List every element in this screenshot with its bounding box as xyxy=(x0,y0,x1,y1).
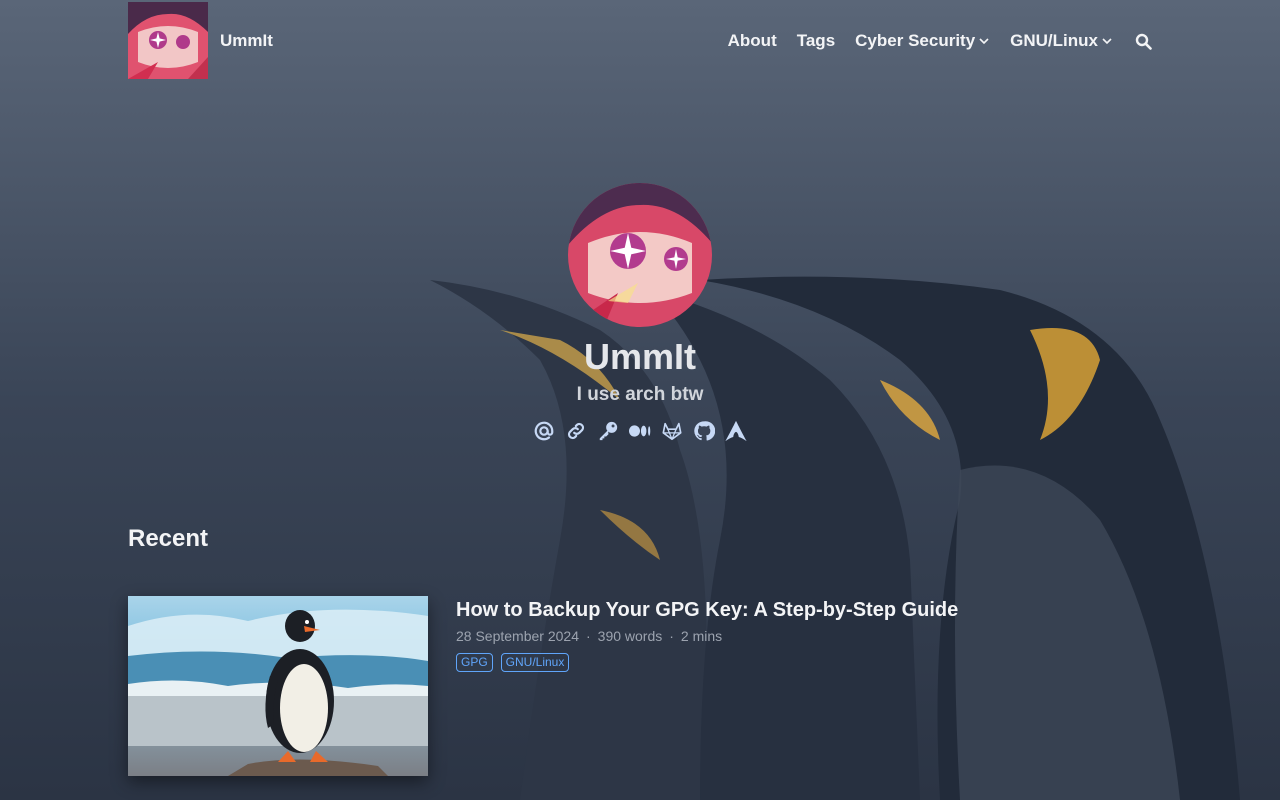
article-thumbnail[interactable] xyxy=(128,596,428,776)
hero-name: UmmIt xyxy=(583,336,696,377)
nav-about[interactable]: About xyxy=(728,31,777,51)
main-nav: About Tags Cyber Security GNU/Linux xyxy=(728,31,1152,51)
article-card: How to Backup Your GPG Key: A Step-by-St… xyxy=(128,596,1152,776)
nav-tags[interactable]: Tags xyxy=(797,31,835,51)
social-links xyxy=(0,419,1280,443)
site-name[interactable]: UmmIt xyxy=(220,31,273,51)
nav-cyber-security-label: Cyber Security xyxy=(855,31,976,50)
article-word-count: 390 words xyxy=(597,628,663,644)
article-date: 28 September 2024 xyxy=(456,628,579,644)
nav-cyber-security[interactable]: Cyber Security xyxy=(855,31,990,51)
tag-gpg[interactable]: GPG xyxy=(456,653,493,672)
article-meta: 28 September 2024 · 390 words · 2 mins xyxy=(456,626,1152,646)
article-title[interactable]: How to Backup Your GPG Key: A Step-by-St… xyxy=(456,596,1152,624)
github-icon[interactable] xyxy=(692,419,716,443)
key-icon[interactable] xyxy=(596,419,620,443)
meta-separator: · xyxy=(669,628,674,644)
link-icon[interactable] xyxy=(564,419,588,443)
medium-icon[interactable] xyxy=(628,419,652,443)
chevron-down-icon xyxy=(1101,35,1113,47)
recent-heading: Recent xyxy=(128,525,209,552)
hero-tagline: I use arch btw xyxy=(576,384,704,405)
gitlab-icon[interactable] xyxy=(660,419,684,443)
article-info: How to Backup Your GPG Key: A Step-by-St… xyxy=(456,596,1152,672)
nav-gnu-linux-label: GNU/Linux xyxy=(1010,31,1098,50)
chevron-down-icon xyxy=(978,35,990,47)
nav-about-label: About xyxy=(727,31,777,50)
arch-linux-icon[interactable] xyxy=(724,419,748,443)
article-reading-time: 2 mins xyxy=(680,628,723,644)
meta-separator: · xyxy=(585,628,591,644)
nav-gnu-linux[interactable]: GNU/Linux xyxy=(1010,31,1113,51)
nav-tags-label: Tags xyxy=(796,31,836,50)
site-header: UmmIt About Tags Cyber Security GNU/Linu… xyxy=(128,0,1152,82)
search-icon[interactable] xyxy=(1135,33,1152,50)
hero-section: UmmIt I use arch btw xyxy=(0,183,1280,443)
avatar xyxy=(568,183,712,327)
email-icon[interactable] xyxy=(532,419,556,443)
article-tags: GPG GNU/Linux xyxy=(456,653,1152,672)
tag-gnu-linux[interactable]: GNU/Linux xyxy=(500,653,570,672)
site-logo[interactable] xyxy=(128,2,208,79)
